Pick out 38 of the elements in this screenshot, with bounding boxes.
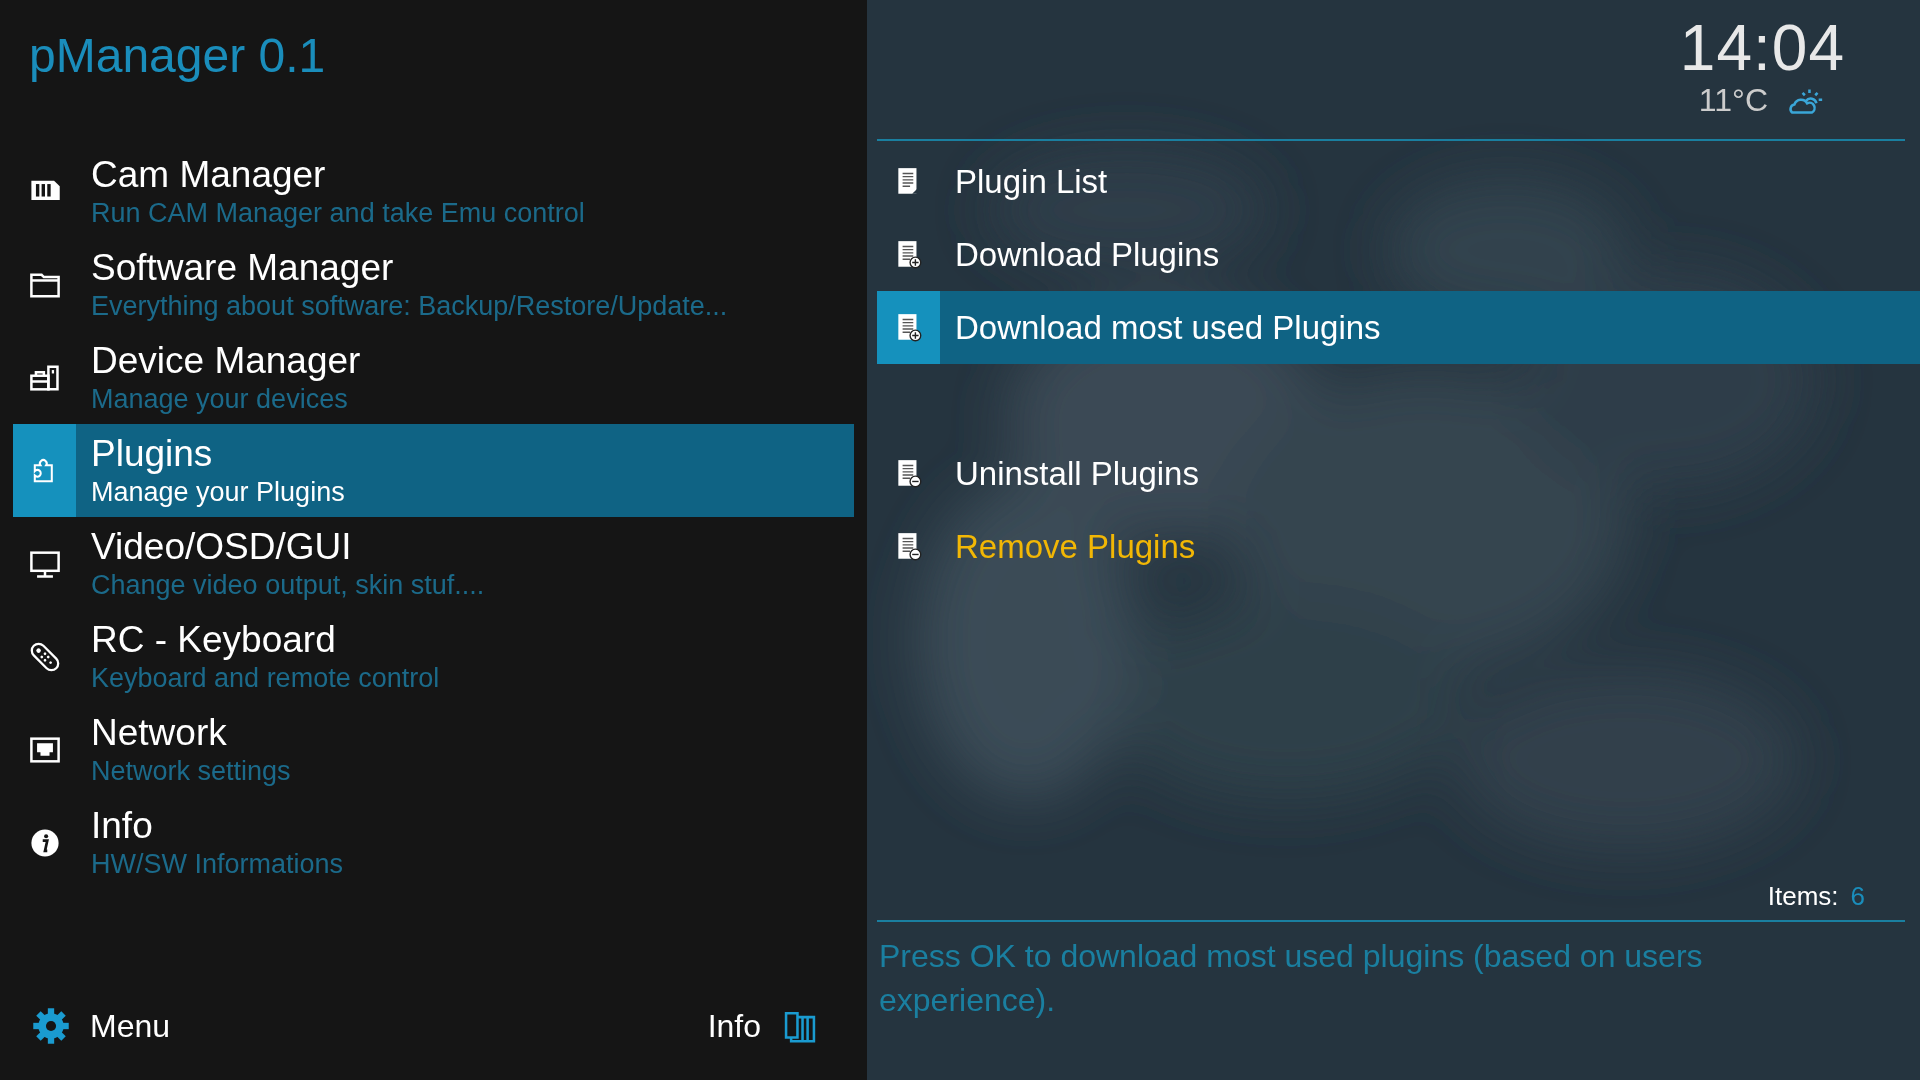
menu-item[interactable]: Cam Manager Run CAM Manager and take Emu control: [13, 145, 854, 238]
menu-item-title: Software Manager: [91, 246, 394, 289]
temperature: 11°C: [1698, 82, 1768, 119]
clock-time: 14:04: [1679, 16, 1845, 80]
menu-button[interactable]: Menu: [32, 1007, 171, 1045]
items-count: 6: [1850, 881, 1865, 912]
menu-item-subtitle: Manage your Plugins: [91, 475, 345, 509]
menu-item[interactable]: Info HW/SW Informations: [13, 796, 854, 889]
info-button[interactable]: Info: [707, 1007, 819, 1045]
menu-item[interactable]: Plugins Manage your Plugins: [13, 424, 854, 517]
submenu-item[interactable]: Download most used Plugins: [877, 291, 1920, 364]
menu-item[interactable]: Video/OSD/GUI Change video output, skin stuf....: [13, 517, 854, 610]
menu-item-title: Network: [91, 711, 227, 754]
menu-item-subtitle: Run CAM Manager and take Emu control: [91, 196, 585, 230]
submenu-item[interactable]: Plugin List: [877, 145, 1920, 218]
menu-item-subtitle: HW/SW Informations: [91, 847, 344, 881]
menu-item-title: Device Manager: [91, 339, 361, 382]
submenu-item[interactable]: Download Plugins: [877, 218, 1920, 291]
menu-item-subtitle: Manage your devices: [91, 382, 348, 416]
menu-item[interactable]: Software Manager Everything about software: Backup/Restore/Update...: [13, 238, 854, 331]
menu-item-subtitle: Everything about software: Backup/Restore/Update...: [91, 289, 728, 323]
submenu-item[interactable]: Uninstall Plugins: [877, 437, 1920, 510]
menu-item-title: Cam Manager: [91, 153, 326, 196]
items-label: Items:: [1767, 881, 1839, 912]
menu-item-subtitle: Keyboard and remote control: [91, 661, 440, 695]
menu-item[interactable]: Network Network settings: [13, 703, 854, 796]
menu-item-title: RC - Keyboard: [91, 618, 336, 661]
menu-item-title: Plugins: [91, 432, 213, 475]
menu-item[interactable]: RC - Keyboard Keyboard and remote control: [13, 610, 854, 703]
description-text: Press OK to download most used plugins (based on users experience).: [878, 937, 1704, 1020]
app-title: pManager 0.1: [28, 28, 326, 84]
settings-icon: [32, 1007, 70, 1045]
submenu-item[interactable]: Remove Plugins: [877, 510, 1920, 583]
menu-item[interactable]: Device Manager Manage your devices: [13, 331, 854, 424]
menu-item-subtitle: Change video output, skin stuf....: [91, 568, 485, 602]
menu-item-title: Info: [91, 804, 153, 847]
menu-item-subtitle: Network settings: [91, 754, 291, 788]
menu-item-title: Video/OSD/GUI: [91, 525, 352, 568]
